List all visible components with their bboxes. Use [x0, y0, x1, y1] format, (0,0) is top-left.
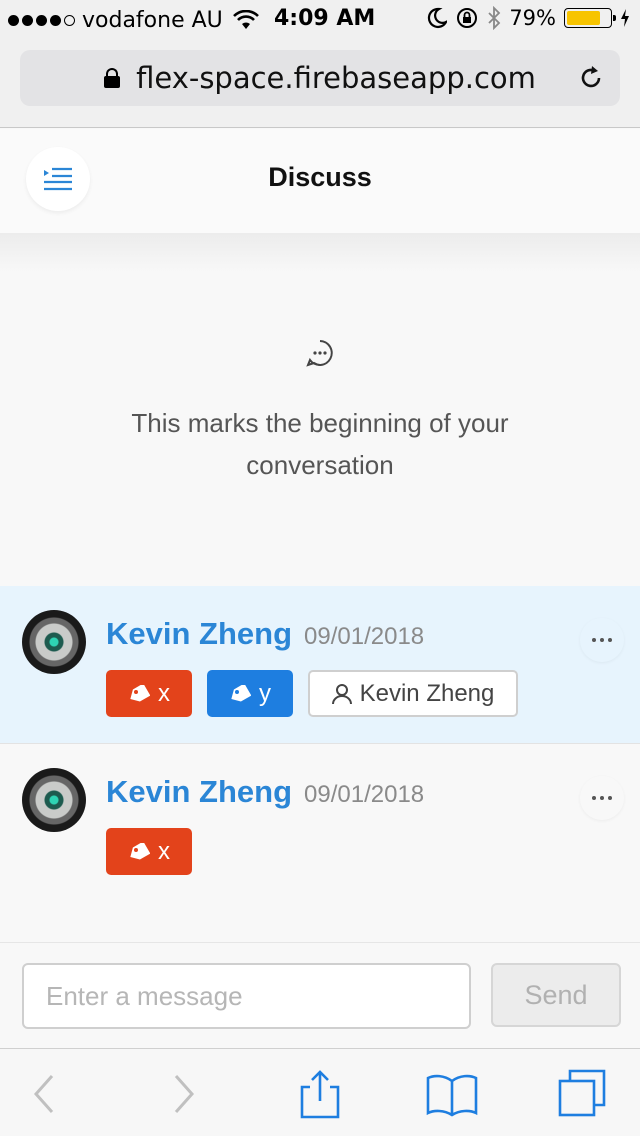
battery-percent: 79%: [509, 6, 556, 30]
tag-icon: [130, 842, 150, 860]
message-date: 09/01/2018: [304, 623, 425, 650]
more-options-button[interactable]: [580, 618, 624, 662]
send-button[interactable]: Send: [491, 963, 621, 1027]
message-author[interactable]: Kevin Zheng: [106, 616, 292, 652]
rotation-lock-icon: [457, 8, 478, 28]
message-input[interactable]: [22, 963, 471, 1029]
header-divider: [0, 233, 640, 273]
carrier-name: vodafone AU: [82, 7, 223, 33]
tag-icon: [231, 684, 251, 702]
tag-label: x: [158, 679, 170, 707]
reload-icon[interactable]: [576, 63, 606, 93]
tag-label: y: [259, 679, 271, 707]
share-icon[interactable]: [292, 1069, 348, 1119]
more-options-button[interactable]: [580, 776, 624, 820]
tag-icon: [130, 684, 150, 702]
tabs-icon[interactable]: [556, 1069, 612, 1119]
bluetooth-icon: [488, 6, 501, 30]
message-item[interactable]: Kevin Zheng 09/01/2018 x y Kevin Zheng: [0, 586, 640, 744]
tag-label: x: [158, 837, 170, 865]
lock-icon: [104, 68, 121, 88]
message-composer: Send: [0, 942, 640, 1048]
browser-toolbar: [0, 1048, 640, 1136]
status-bar: vodafone AU 4:09 AM 79%: [0, 0, 640, 40]
tag-chip[interactable]: x: [106, 670, 192, 717]
app-header: Discuss: [0, 129, 640, 233]
message-item[interactable]: Kevin Zheng 09/01/2018 x: [0, 744, 640, 894]
browser-url-area: flex-space.firebaseapp.com: [0, 40, 640, 128]
signal-strength-icon: [8, 14, 75, 26]
avatar[interactable]: [22, 768, 86, 832]
address-bar[interactable]: flex-space.firebaseapp.com: [20, 50, 620, 106]
clock: 4:09 AM: [274, 6, 376, 31]
chat-bubble-icon: [306, 340, 333, 367]
user-icon: [331, 683, 352, 704]
back-icon[interactable]: [16, 1069, 72, 1119]
battery-icon: [564, 8, 616, 28]
user-mention-chip[interactable]: Kevin Zheng: [308, 670, 518, 717]
wifi-icon: [232, 10, 259, 29]
user-mention-label: Kevin Zheng: [359, 679, 495, 707]
moon-icon: [428, 7, 448, 29]
conversation-start-text: This marks the beginning of your convers…: [131, 408, 509, 480]
message-author[interactable]: Kevin Zheng: [106, 774, 292, 810]
conversation-start: This marks the beginning of your convers…: [0, 330, 640, 486]
charging-icon: [621, 9, 629, 27]
tag-chip[interactable]: x: [106, 828, 192, 875]
tag-chip[interactable]: y: [207, 670, 293, 717]
page-title: Discuss: [268, 162, 372, 192]
message-date: 09/01/2018: [304, 781, 425, 808]
forward-icon[interactable]: [156, 1069, 212, 1119]
avatar[interactable]: [22, 610, 86, 674]
url-text: flex-space.firebaseapp.com: [136, 61, 536, 95]
bookmarks-icon[interactable]: [424, 1069, 480, 1119]
